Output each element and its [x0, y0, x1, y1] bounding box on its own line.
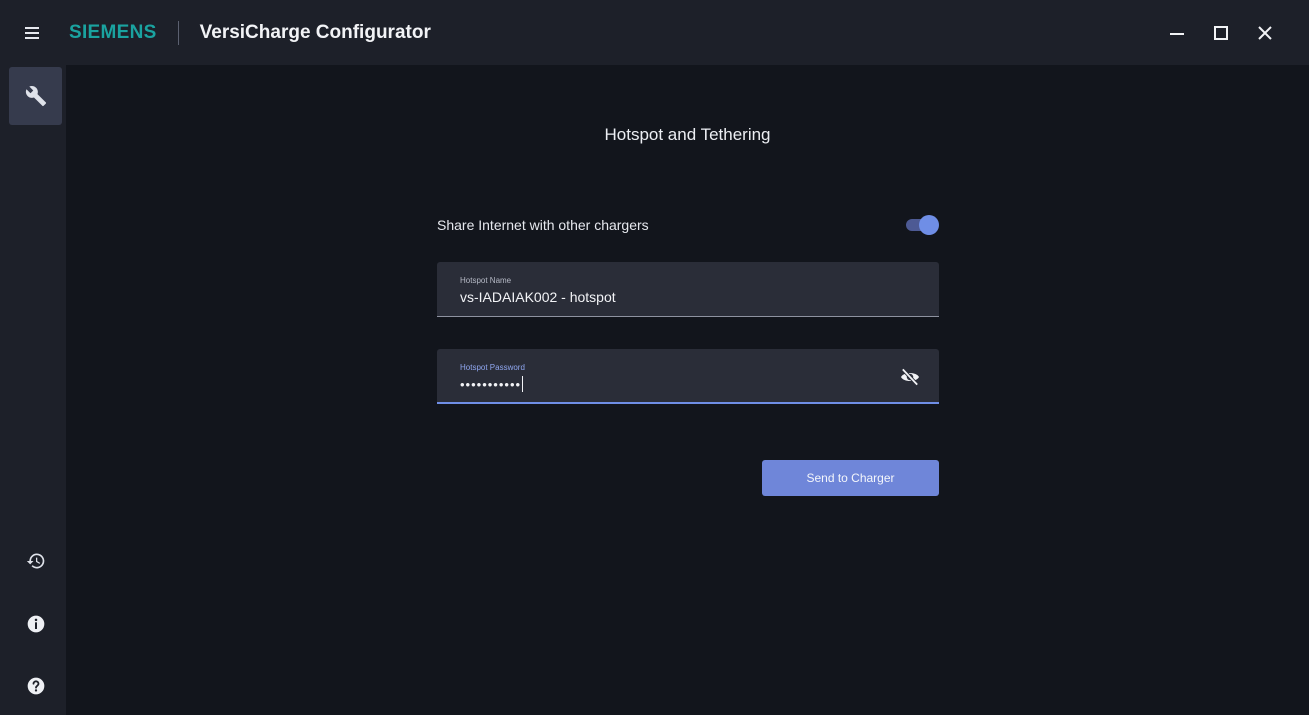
toggle-thumb — [919, 215, 939, 235]
share-internet-row: Share Internet with other chargers — [437, 213, 939, 237]
sidebar-item-configuration[interactable] — [9, 67, 62, 125]
history-icon — [26, 553, 44, 569]
hamburger-menu-icon[interactable] — [25, 26, 45, 40]
close-button[interactable] — [1243, 13, 1287, 53]
minimize-icon — [1170, 32, 1184, 35]
sidebar-item-history[interactable] — [9, 539, 62, 583]
title-divider — [177, 20, 179, 45]
share-internet-label: Share Internet with other chargers — [437, 217, 649, 233]
share-internet-toggle[interactable] — [903, 215, 939, 235]
hotspot-name-label: Hotspot Name — [460, 276, 512, 285]
password-value: ••••••••••• — [460, 377, 522, 392]
window-controls — [1155, 0, 1287, 65]
sidebar-item-help[interactable] — [9, 664, 62, 708]
hotspot-name-field[interactable]: Hotspot Name vs-IADAIAK002 - hotspot — [437, 262, 939, 317]
minimize-button[interactable] — [1155, 13, 1199, 53]
hotspot-password-field[interactable]: Hotspot Password ••••••••••• — [437, 349, 939, 404]
title-bar: SIEMENS VersiCharge Configurator — [0, 0, 1309, 65]
main-content: Hotspot and Tethering Share Internet wit… — [66, 65, 1309, 715]
maximize-icon — [1214, 25, 1228, 40]
help-icon — [27, 677, 44, 695]
sidebar-item-info[interactable] — [9, 602, 62, 646]
close-icon — [1258, 25, 1272, 40]
send-to-charger-button[interactable]: Send to Charger — [762, 460, 939, 496]
app-title: VersiCharge Configurator — [199, 21, 431, 43]
text-caret — [522, 376, 524, 392]
hotspot-password-label: Hotspot Password — [460, 363, 525, 372]
maximize-button[interactable] — [1199, 13, 1243, 53]
info-icon — [27, 615, 44, 633]
wrench-icon — [25, 86, 46, 107]
app-window: SIEMENS VersiCharge Configurator Hotspot… — [0, 0, 1309, 715]
page-title: Hotspot and Tethering — [604, 125, 771, 144]
hotspot-password-input[interactable]: ••••••••••• — [460, 376, 860, 392]
brand-logo: SIEMENS — [69, 21, 157, 43]
hotspot-name-input[interactable]: vs-IADAIAK002 - hotspot — [460, 289, 860, 305]
sidebar — [0, 65, 66, 715]
eye-off-icon[interactable] — [899, 368, 921, 386]
